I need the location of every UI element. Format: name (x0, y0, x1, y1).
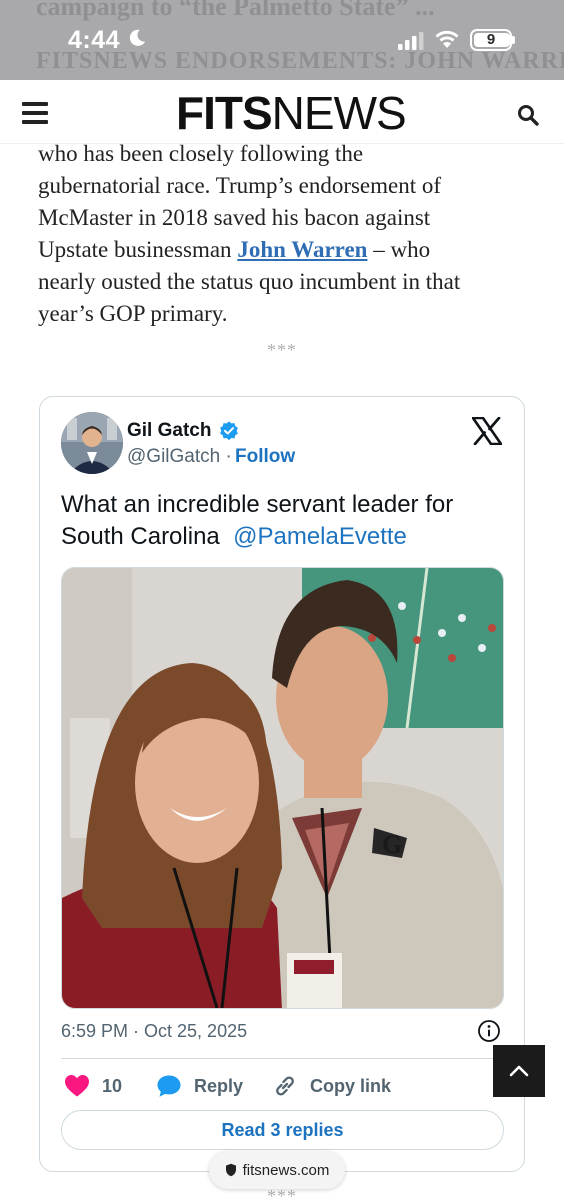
tweet-divider (61, 1058, 504, 1059)
menu-icon[interactable] (22, 102, 48, 124)
site-logo[interactable]: FITSNEWS (176, 87, 407, 139)
browser-url-bar[interactable]: fitsnews.com (209, 1151, 345, 1189)
copy-link-label: Copy link (310, 1075, 392, 1096)
article-line: gubernatorial race. Trump’s endorsement … (38, 173, 442, 198)
shield-icon (225, 1163, 236, 1177)
author-avatar[interactable] (61, 412, 123, 474)
x-logo-icon[interactable] (472, 417, 502, 445)
photo-illustration: G (62, 568, 503, 1008)
tweet-photo[interactable]: G (61, 567, 504, 1009)
reply-bubble-icon (157, 1075, 181, 1097)
section-separator: *** (267, 340, 297, 360)
svg-text:G: G (382, 830, 402, 859)
scroll-to-top-button[interactable] (493, 1045, 545, 1097)
logo-news: NEWS (271, 87, 407, 139)
reply-button[interactable]: Reply (156, 1073, 243, 1099)
chevron-up-icon (509, 1065, 529, 1077)
tweet-text-segment: South Carolina (61, 523, 234, 550)
info-icon[interactable] (477, 1019, 501, 1043)
battery-icon: 9 (470, 29, 512, 51)
article-body: who has been closely following the guber… (38, 138, 528, 330)
logo-fits: FITS (176, 87, 273, 139)
reply-label: Reply (194, 1075, 244, 1096)
like-count: 10 (102, 1075, 123, 1096)
tweet-text: What an incredible servant leader for So… (61, 489, 511, 553)
battery-cap (512, 36, 515, 44)
moon-icon (129, 29, 146, 46)
status-time: 4:44 (68, 26, 121, 54)
status-bar: campaign to “the Palmetto State” ... FIT… (0, 0, 564, 80)
mention-link[interactable]: @PamelaEvette (233, 523, 407, 550)
article-text: Upstate businessman (38, 237, 238, 262)
article-line: who has been closely following the (38, 141, 364, 166)
heart-icon (65, 1075, 89, 1097)
embedded-tweet[interactable]: Gil Gatch @GilGatch · Follow What an inc… (39, 396, 525, 1172)
ghost-text-top: campaign to “the Palmetto State” ... (36, 0, 435, 21)
article-text: – who (367, 237, 431, 262)
battery-level: 9 (486, 31, 496, 48)
wifi-icon (435, 30, 459, 48)
article-line: nearly ousted the status quo incumbent i… (38, 269, 461, 294)
tweet-text-line: What an incredible servant leader for (61, 491, 454, 518)
like-button[interactable]: 10 (64, 1073, 122, 1099)
tweet-timestamp[interactable]: 6:59 PM · Oct 25, 2025 (61, 1021, 247, 1042)
john-warren-link[interactable]: John Warren (237, 237, 367, 262)
author-name[interactable]: Gil Gatch (127, 420, 211, 442)
handle-text: @GilGatch (127, 446, 221, 467)
dot-separator: · (225, 446, 232, 467)
tweet-text-line: South Carolina @PamelaEvette (61, 521, 511, 553)
follow-button[interactable]: Follow (235, 446, 295, 468)
article-line: year’s GOP primary. (38, 301, 228, 326)
url-text: fitsnews.com (242, 1161, 330, 1179)
read-replies-button[interactable]: Read 3 replies (61, 1110, 504, 1150)
verified-badge-icon (220, 421, 238, 441)
copy-link-button[interactable]: Copy link (272, 1073, 391, 1099)
author-handle: @GilGatch · (127, 446, 232, 468)
cellular-signal-icon (398, 32, 424, 50)
search-icon[interactable] (517, 104, 539, 126)
article-line: Upstate businessman John Warren – who (38, 234, 528, 266)
site-header: FITSNEWS (0, 80, 564, 144)
link-icon (276, 1076, 294, 1096)
article-line: McMaster in 2018 saved his bacon against (38, 205, 431, 230)
